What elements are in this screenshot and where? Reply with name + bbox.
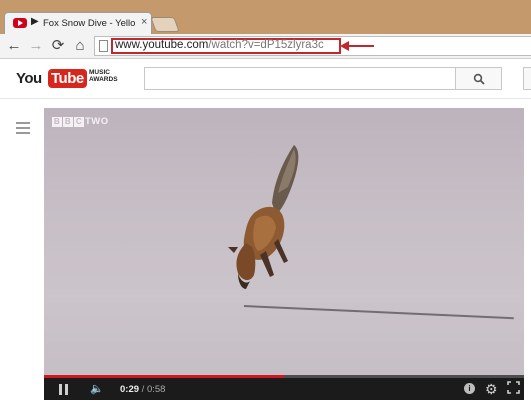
tab-close-icon[interactable]: ×	[141, 16, 147, 28]
progress-bar[interactable]	[44, 375, 524, 378]
annotation-arrow-icon	[340, 41, 374, 51]
time-display: 0:29 / 0:58	[120, 384, 165, 395]
search-icon	[473, 73, 485, 85]
url-text[interactable]: www.youtube.com/watch?v=dP15zlyra3c	[115, 39, 324, 51]
new-tab-button[interactable]	[150, 17, 180, 32]
snow-ridge	[243, 305, 514, 320]
duration: 0:58	[146, 384, 166, 395]
fox-image	[228, 145, 299, 289]
browser-titlebar: ▶ Fox Snow Dive - Yellow ×	[0, 0, 531, 34]
browser-tab[interactable]: ▶ Fox Snow Dive - Yellow ×	[4, 12, 152, 34]
forward-button[interactable]: →	[27, 36, 45, 56]
url-host: www.youtube.com	[115, 39, 209, 51]
youtube-favicon-icon	[13, 18, 27, 28]
progress-bar-fill	[44, 375, 284, 378]
search-button[interactable]	[455, 67, 502, 90]
playing-indicator-icon: ▶	[31, 16, 39, 27]
upload-button[interactable]	[523, 67, 531, 90]
volume-icon[interactable]: 🔈	[90, 381, 104, 397]
tab-title: Fox Snow Dive - Yellow	[43, 18, 135, 29]
back-button[interactable]: ←	[5, 36, 23, 56]
search-input[interactable]	[144, 67, 456, 90]
gear-icon[interactable]: ⚙	[485, 381, 498, 397]
logo-you: You	[16, 70, 42, 87]
video-player[interactable]: B B C TWO 🔈 0:29 / 0:58 i ⚙	[44, 108, 524, 400]
guide-menu-icon[interactable]	[16, 122, 30, 137]
info-icon[interactable]: i	[464, 383, 475, 394]
current-time: 0:29	[120, 384, 140, 395]
home-button[interactable]: ⌂	[71, 36, 89, 56]
logo-tube: Tube	[48, 69, 87, 88]
fullscreen-icon[interactable]	[507, 381, 520, 397]
youtube-header: You Tube MUSIC AWARDS	[0, 59, 531, 99]
player-controls: 🔈 0:29 / 0:58 i ⚙	[44, 375, 524, 400]
bbc-two-logo: B B C TWO	[52, 116, 109, 127]
video-frame[interactable]: B B C TWO	[44, 108, 524, 378]
page-icon	[99, 40, 108, 52]
pause-icon[interactable]	[59, 381, 71, 397]
browser-toolbar: ← → ⟳ ⌂ www.youtube.com/watch?v=dP15zlyr…	[0, 34, 531, 59]
reload-button[interactable]: ⟳	[49, 36, 67, 56]
url-path: /watch?v=dP15zlyra3c	[208, 39, 324, 51]
logo-music-awards: MUSIC AWARDS	[89, 69, 118, 83]
address-bar[interactable]: www.youtube.com/watch?v=dP15zlyra3c	[94, 36, 531, 56]
time-separator: /	[139, 384, 147, 395]
